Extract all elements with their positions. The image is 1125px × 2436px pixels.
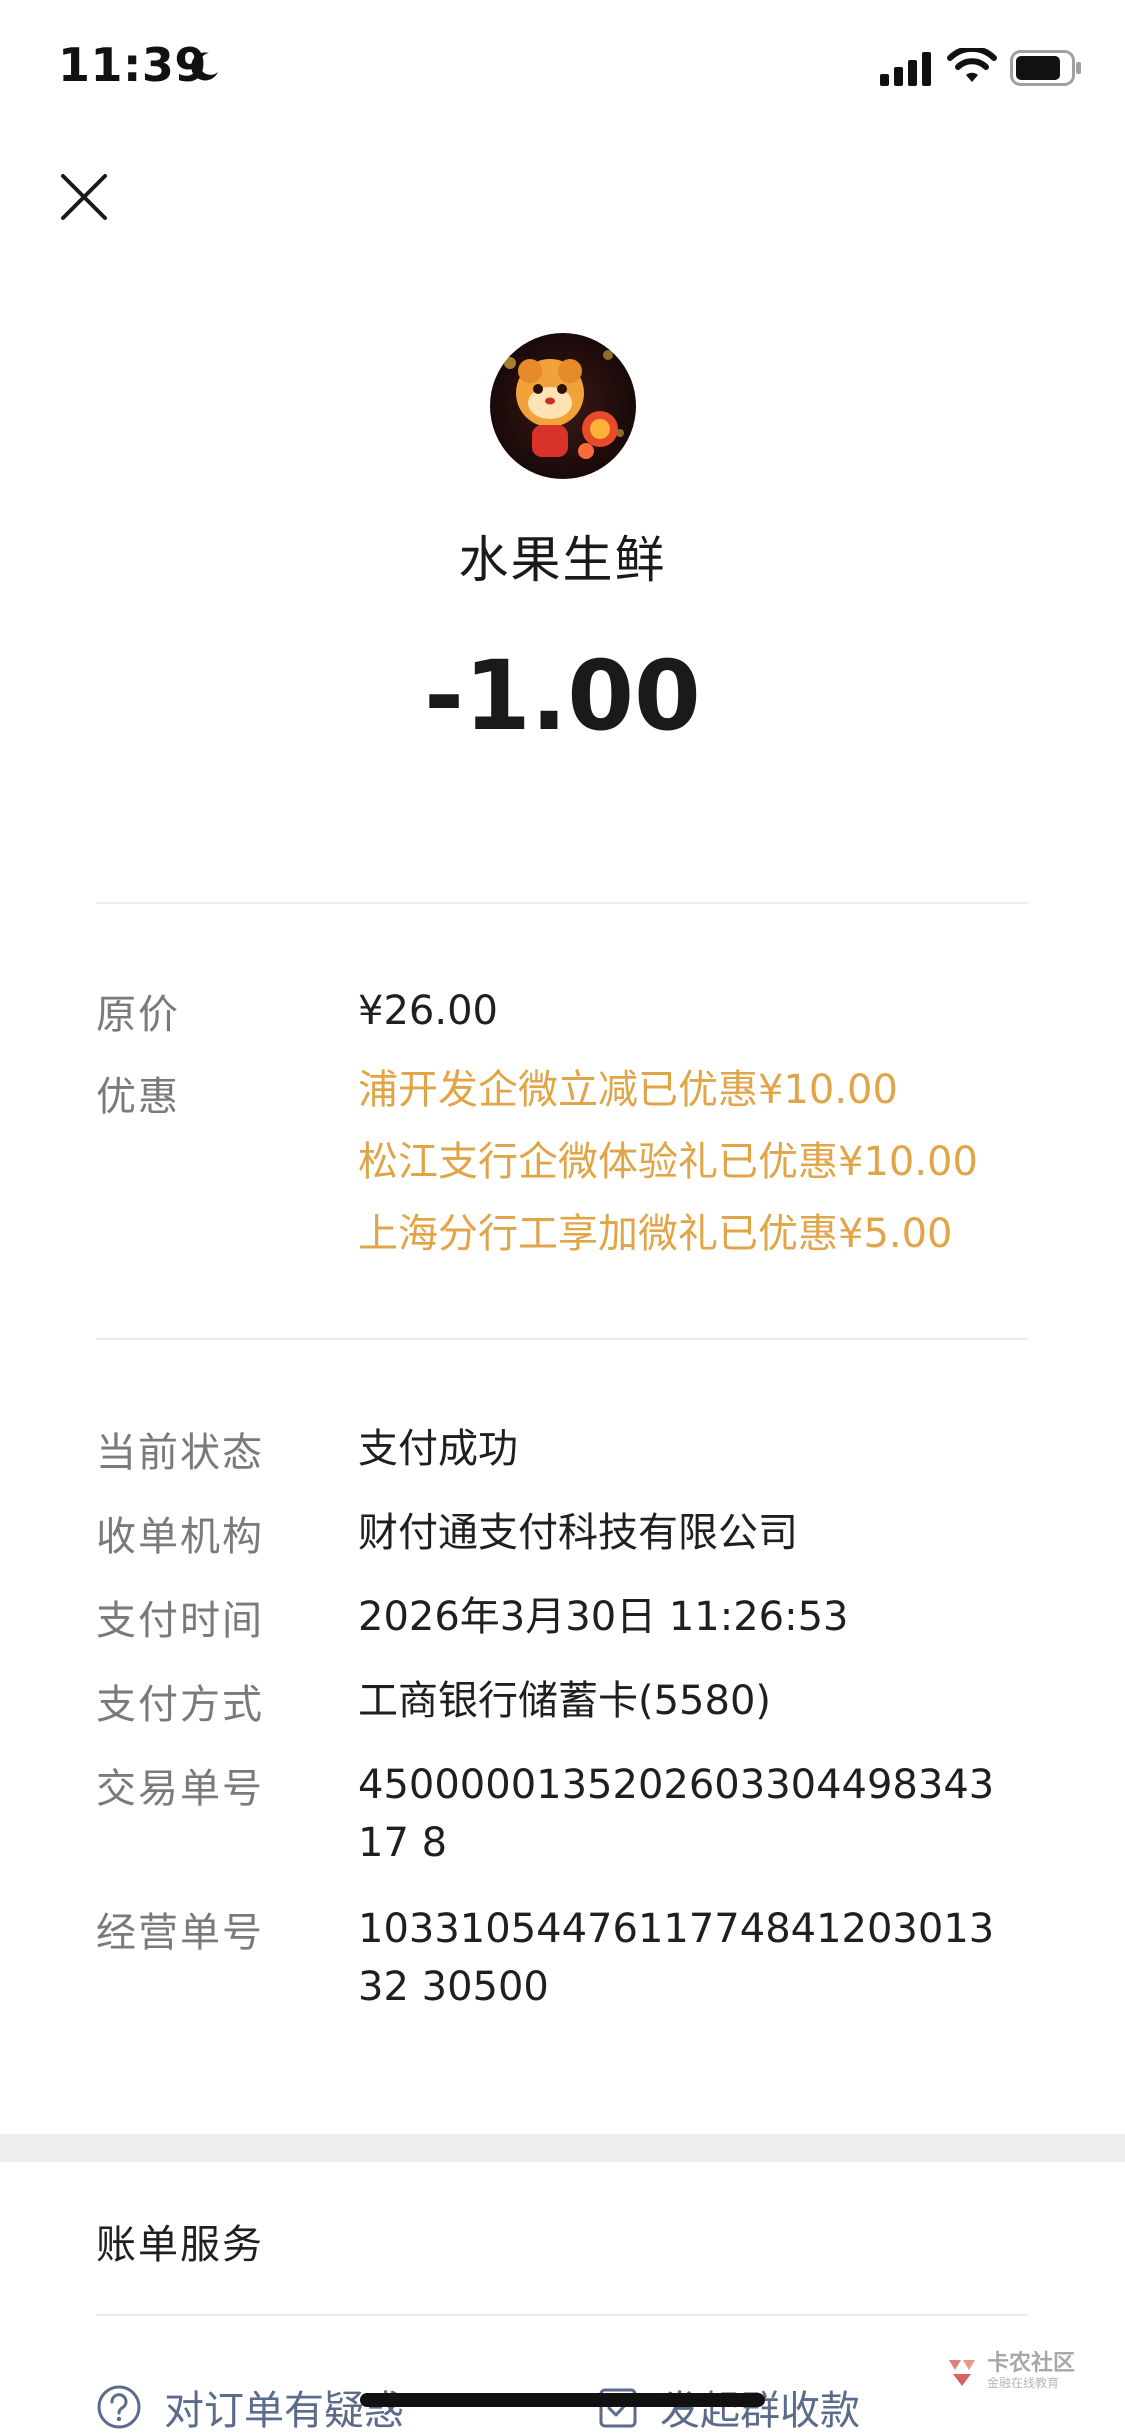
question-circle-icon bbox=[97, 2385, 141, 2429]
transaction-number-label: 交易单号 bbox=[96, 1766, 264, 1812]
pay-time-value: 2026年3月30日 11:26:53 bbox=[358, 1594, 849, 1640]
cellular-signal-icon bbox=[880, 52, 931, 86]
section-separator bbox=[0, 2134, 1125, 2162]
question-order-button[interactable]: 对订单有疑惑 bbox=[96, 2378, 404, 2436]
acquirer-value: 财付通支付科技有限公司 bbox=[358, 1510, 798, 1556]
payment-amount: -1.00 bbox=[424, 640, 701, 752]
discount-item: 上海分行工享加微礼已优惠¥5.00 bbox=[358, 1211, 953, 1257]
home-indicator[interactable] bbox=[360, 2393, 765, 2407]
merchant-avatar bbox=[490, 333, 636, 479]
group-collect-icon bbox=[599, 2388, 637, 2428]
question-order-label: 对订单有疑惑 bbox=[164, 2388, 404, 2434]
original-price-label: 原价 bbox=[96, 992, 180, 1038]
bill-services-title: 账单服务 bbox=[96, 2222, 264, 2268]
divider bbox=[96, 2314, 1028, 2316]
battery-icon bbox=[1010, 50, 1081, 86]
merchant-order-number-value[interactable]: 103310544761177484120301332 30500 bbox=[358, 1900, 998, 2016]
pay-method-value: 工商银行储蓄卡(5580) bbox=[358, 1678, 772, 1724]
group-collect-button[interactable]: 发起群收款 bbox=[598, 2378, 860, 2436]
discount-list: 浦开发企微立减已优惠¥10.00 松江支行企微体验礼已优惠¥10.00 上海分行… bbox=[358, 1054, 1038, 1270]
divider bbox=[96, 1338, 1028, 1340]
discount-item: 松江支行企微体验礼已优惠¥10.00 bbox=[358, 1139, 978, 1185]
status-value: 支付成功 bbox=[358, 1426, 518, 1472]
group-collect-label: 发起群收款 bbox=[660, 2388, 860, 2434]
divider bbox=[96, 902, 1028, 904]
moon-icon bbox=[191, 52, 218, 81]
pay-method-label: 支付方式 bbox=[96, 1682, 264, 1728]
merchant-name: 水果生鲜 bbox=[458, 531, 667, 589]
status-time: 11:39 bbox=[58, 38, 207, 92]
acquirer-label: 收单机构 bbox=[96, 1514, 264, 1560]
status-label: 当前状态 bbox=[96, 1430, 264, 1476]
watermark: 卡农社区 金融在线教育 bbox=[945, 2352, 1075, 2390]
discount-item: 浦开发企微立减已优惠¥10.00 bbox=[358, 1067, 898, 1113]
original-price-value: ¥26.00 bbox=[358, 988, 498, 1034]
close-button[interactable] bbox=[52, 165, 116, 229]
watermark-subtitle: 金融在线教育 bbox=[987, 2376, 1060, 2390]
status-bar: 11:39 bbox=[0, 0, 1125, 132]
merchant-order-number-label: 经营单号 bbox=[96, 1910, 264, 1956]
pay-time-label: 支付时间 bbox=[96, 1598, 264, 1644]
close-icon bbox=[61, 174, 107, 220]
wifi-icon bbox=[947, 48, 997, 82]
watermark-logo-icon bbox=[949, 2360, 975, 2386]
discount-label: 优惠 bbox=[96, 1074, 180, 1120]
transaction-number-value[interactable]: 450000013520260330449834317 8 bbox=[358, 1756, 998, 1872]
watermark-title: 卡农社区 bbox=[987, 2351, 1076, 2376]
